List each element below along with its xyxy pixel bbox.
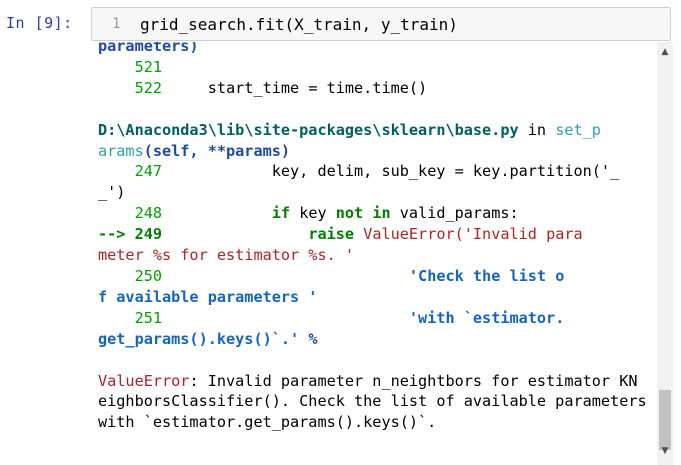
function-name: set_p (555, 120, 601, 139)
string-literal: 'with `estimator. (408, 308, 565, 327)
cell-prompt: In [9]: (6, 14, 73, 32)
code-token: valid_params: (390, 204, 519, 223)
error-message-cont: with `estimator.get_params().keys()`. (98, 413, 437, 432)
line-number-251: 251 (134, 308, 163, 327)
output-scrollbar[interactable]: ▲ ▼ (657, 42, 673, 465)
string-literal: 'Check the list o (408, 266, 565, 285)
line-number-521: 521 (134, 57, 163, 76)
arrow-up-icon[interactable]: ▲ (657, 44, 673, 60)
keyword-not: not (335, 204, 364, 223)
code-token: key (290, 204, 336, 223)
code-input-cell[interactable]: 1 grid_search.fit(X_train, y_train) (91, 7, 671, 41)
format-operator: % (299, 329, 318, 348)
keyword-if: if (271, 204, 291, 223)
function-args: (self, **params) (143, 141, 291, 160)
error-name: ValueError (98, 371, 190, 390)
code-line-522: start_time = time.time() (207, 78, 428, 97)
scrollbar-thumb[interactable] (659, 390, 671, 450)
string-literal-cont: f available parameters ' (98, 287, 318, 306)
code-line-249: ValueError('Invalid para (354, 225, 583, 244)
traceback-text: parameters) 521 522 start_time = time.ti… (98, 42, 647, 433)
error-message-cont: eighborsClassifier(). Check the list of … (98, 392, 647, 411)
output-area: parameters) 521 522 start_time = time.ti… (92, 42, 655, 465)
keyword-raise: raise (308, 225, 355, 244)
arrow-down-icon[interactable]: ▼ (657, 443, 673, 459)
line-number-250: 250 (134, 266, 163, 285)
code-line-249-cont: meter %s for estimator %s. ' (98, 246, 355, 265)
keyword-in: in (363, 204, 391, 223)
line-number: 522 (98, 79, 162, 97)
in-word: in (518, 120, 556, 139)
code-line-247: key, delim, sub_key = key.partition('_ (271, 162, 620, 181)
line-number: 1 (112, 16, 121, 32)
line-number: 521 (98, 58, 162, 76)
traceback-line: parameters) (98, 42, 199, 55)
function-name-cont: arams (98, 141, 144, 160)
traceback-file-path: D:\Anaconda3\lib\site-packages\sklearn\b… (98, 120, 519, 139)
line-number-522: 522 (134, 78, 163, 97)
line-number-247: 247 (134, 162, 163, 181)
code-line-247-cont: _') (98, 183, 126, 202)
line-number-248: 248 (134, 204, 163, 223)
error-message: : Invalid parameter n_neightbors for est… (189, 371, 638, 390)
string-literal-cont: get_params().keys()`.' (98, 329, 300, 348)
current-line-arrow: --> 249 (98, 225, 163, 244)
code-line[interactable]: grid_search.fit(X_train, y_train) (140, 15, 458, 34)
